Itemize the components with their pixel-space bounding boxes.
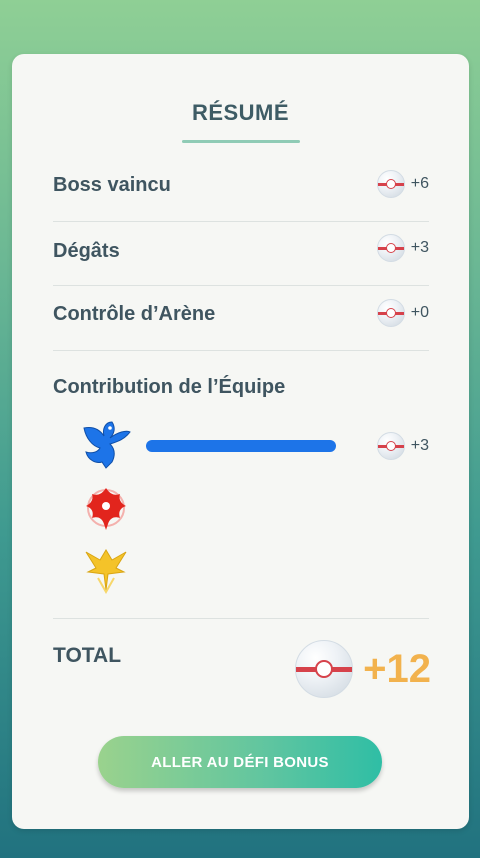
team-instinct-icon	[85, 549, 127, 594]
team-mystic-value: +3	[376, 432, 429, 460]
premier-ball-icon	[376, 432, 405, 460]
premier-ball-icon	[376, 299, 405, 327]
go-to-bonus-challenge-button[interactable]: ALLER AU DÉFI BONUS	[98, 736, 382, 788]
row-value-damage: +3	[376, 234, 429, 262]
total-label: TOTAL	[53, 644, 122, 667]
row-label-gym-control: Contrôle d’Arène	[53, 303, 216, 325]
summary-card: RÉSUMÉ Boss vaincu +6 Dégâts +3 Contrôle…	[12, 54, 469, 829]
title-underline	[182, 140, 300, 143]
row-value-gym-control: +0	[376, 299, 429, 327]
divider	[53, 350, 429, 351]
row-label-boss-defeated: Boss vaincu	[53, 174, 171, 196]
team-valor-icon	[86, 488, 126, 530]
premier-ball-icon	[376, 170, 405, 198]
team-mystic-progress-bar	[146, 440, 336, 452]
divider	[53, 618, 429, 619]
row-amount: +6	[410, 175, 429, 192]
divider	[53, 221, 429, 222]
total-value: +12	[295, 640, 431, 698]
summary-title: RÉSUMÉ	[191, 100, 290, 125]
row-amount: +3	[410, 239, 429, 256]
premier-ball-icon	[295, 640, 354, 698]
row-amount: +0	[410, 304, 429, 321]
row-label-damage: Dégâts	[53, 240, 120, 262]
divider	[53, 285, 429, 286]
total-amount: +12	[363, 646, 431, 691]
premier-ball-icon	[376, 234, 405, 262]
team-amount: +3	[410, 437, 429, 454]
row-value-boss-defeated: +6	[376, 170, 429, 198]
team-contribution-label: Contribution de l’Équipe	[53, 376, 286, 398]
team-mystic-icon	[83, 421, 131, 469]
